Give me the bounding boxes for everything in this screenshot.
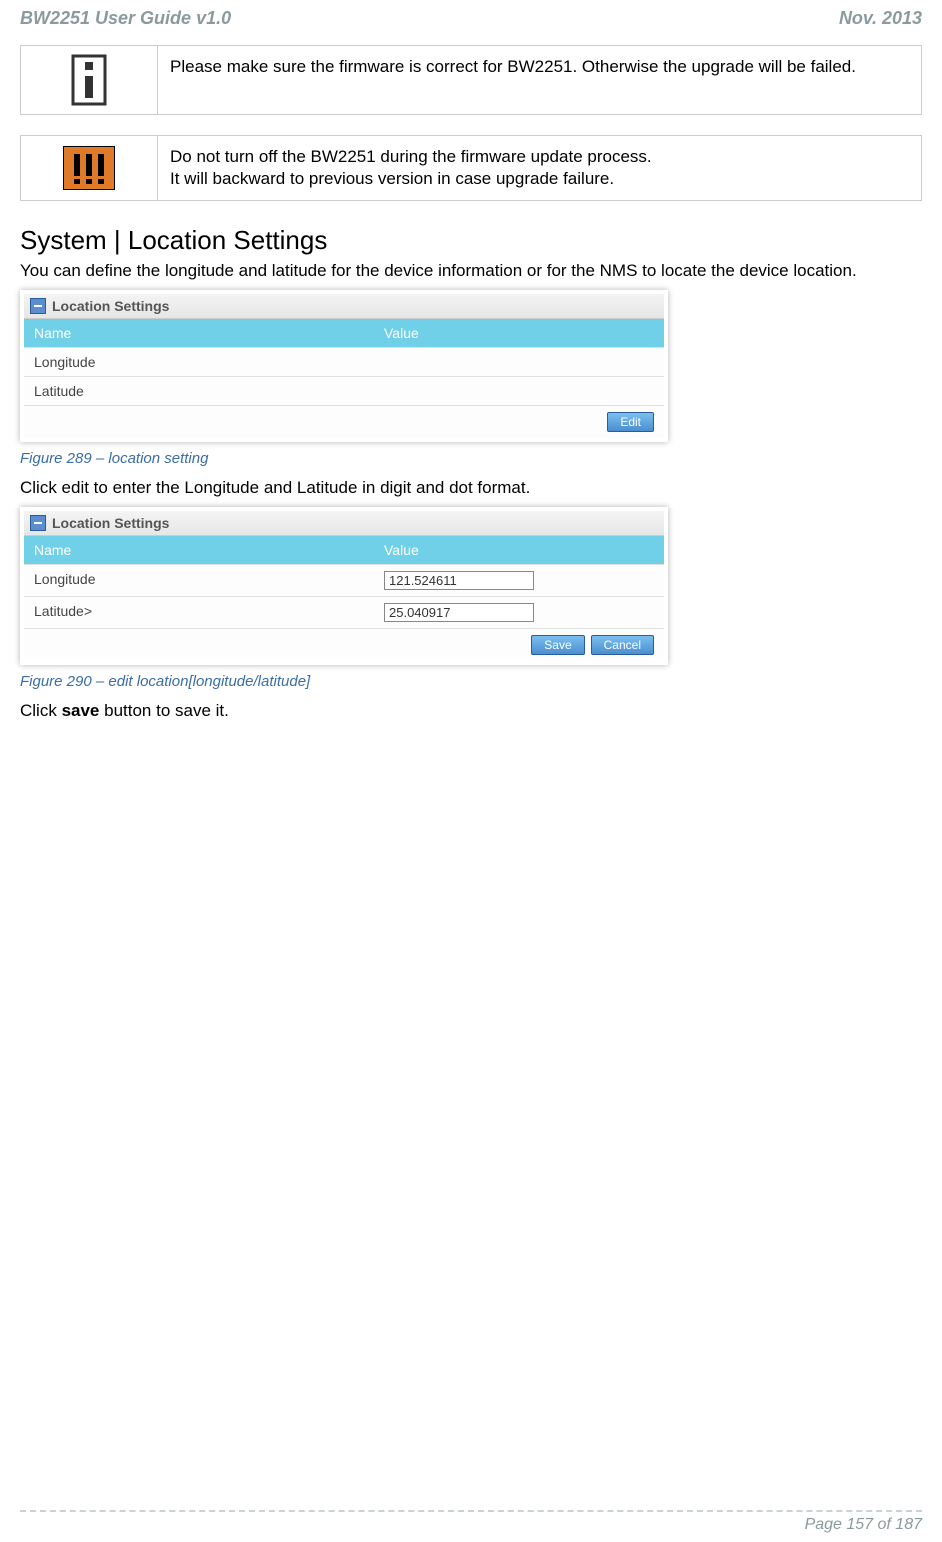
col-header-value: Value [374, 536, 664, 564]
callout-warning-line2: It will backward to previous version in … [170, 168, 652, 190]
footer-divider [20, 1510, 922, 1512]
panel-titlebar: Location Settings [24, 511, 664, 536]
col-header-value: Value [374, 319, 664, 347]
doc-title: BW2251 User Guide v1.0 [20, 8, 231, 29]
callout-info-text: Please make sure the firmware is correct… [158, 46, 868, 114]
table-row: Longitude [24, 564, 664, 596]
edit-button[interactable]: Edit [607, 412, 654, 432]
save-button[interactable]: Save [531, 635, 584, 655]
panel-title-icon [30, 298, 46, 314]
cancel-button[interactable]: Cancel [591, 635, 654, 655]
latitude-input[interactable] [384, 603, 534, 622]
info-icon [71, 54, 107, 106]
col-header-name: Name [24, 319, 374, 347]
table-row: Longitude [24, 347, 664, 376]
panel-titlebar: Location Settings [24, 294, 664, 319]
row-name: Latitude [24, 377, 374, 405]
section-title: System | Location Settings [20, 225, 922, 256]
info-icon-cell [21, 46, 158, 114]
warn-icon-cell [21, 136, 158, 200]
save-text-post: button to save it. [99, 701, 228, 720]
callout-warning: Do not turn off the BW2251 during the fi… [20, 135, 922, 201]
warning-icon [63, 146, 115, 190]
intro-text: You can define the longitude and latitud… [20, 260, 922, 282]
callout-warning-line1: Do not turn off the BW2251 during the fi… [170, 146, 652, 168]
location-settings-panel-edit: Location Settings Name Value Longitude L… [20, 507, 668, 665]
row-name: Longitude [24, 348, 374, 376]
save-instruction: Click save button to save it. [20, 700, 922, 722]
save-text-pre: Click [20, 701, 62, 720]
panel-title: Location Settings [52, 515, 169, 531]
panel-title-icon [30, 515, 46, 531]
callout-info: Please make sure the firmware is correct… [20, 45, 922, 115]
row-name: Longitude [24, 565, 374, 596]
col-header-name: Name [24, 536, 374, 564]
longitude-input[interactable] [384, 571, 534, 590]
figure-caption-289: Figure 289 – location setting [20, 450, 922, 467]
page-number: Page 157 of 187 [20, 1516, 922, 1534]
table-row: Latitude> [24, 596, 664, 628]
figure-caption-290: Figure 290 – edit location[longitude/lat… [20, 673, 922, 690]
mid-text: Click edit to enter the Longitude and La… [20, 477, 922, 499]
save-text-bold: save [62, 701, 100, 720]
row-value [374, 348, 664, 376]
table-row: Latitude [24, 376, 664, 405]
location-settings-panel-view: Location Settings Name Value Longitude L… [20, 290, 668, 442]
panel-title: Location Settings [52, 298, 169, 314]
row-value [374, 377, 664, 405]
doc-date: Nov. 2013 [839, 8, 922, 29]
row-name: Latitude> [24, 597, 374, 628]
